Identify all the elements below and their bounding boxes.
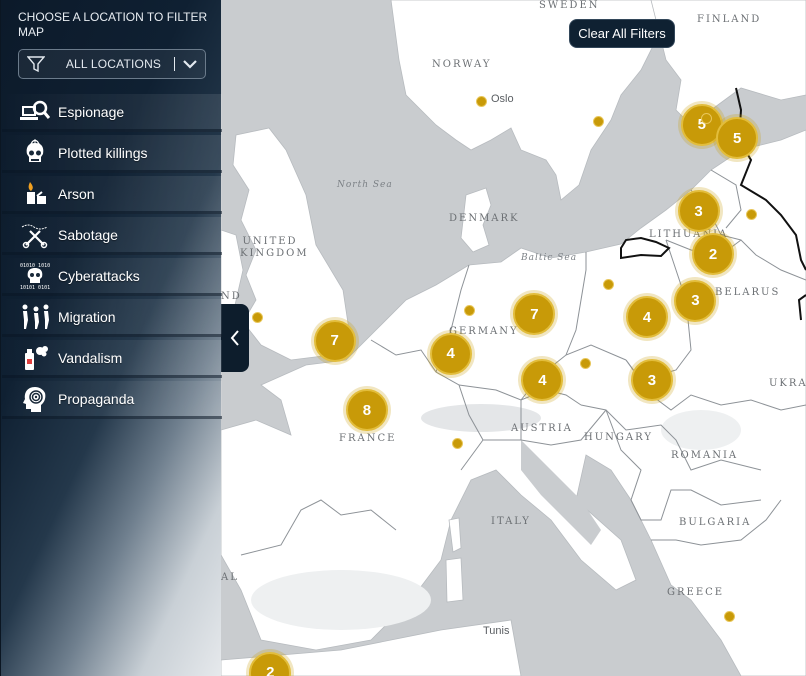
category-label: Arson <box>58 185 95 202</box>
incident-marker[interactable] <box>451 438 463 449</box>
cyber-skull-icon: 01010 1010 10101 0101 <box>18 261 52 291</box>
label-bulgaria: BULGARIA <box>679 517 752 528</box>
cluster-marker[interactable]: 3 <box>674 279 717 322</box>
label-hungary: HUNGARY <box>584 432 653 443</box>
category-propaganda[interactable]: Propaganda <box>2 381 222 419</box>
cluster-marker[interactable]: 8 <box>345 389 388 432</box>
incident-marker[interactable] <box>602 278 614 290</box>
label-tunis: Tunis <box>483 625 510 637</box>
label-austria: AUSTRIA <box>511 423 573 434</box>
cluster-marker[interactable]: 4 <box>429 332 472 375</box>
chevron-down-icon <box>175 59 205 69</box>
incident-marker[interactable] <box>701 112 713 124</box>
label-denmark: DENMARK <box>449 213 520 224</box>
label-baltic-sea: Baltic Sea <box>521 253 578 263</box>
label-italy: ITALY <box>491 516 531 527</box>
sabotage-icon <box>18 220 52 250</box>
label-norway: NORWAY <box>432 59 492 70</box>
svg-text:10101 0101: 10101 0101 <box>20 285 50 291</box>
label-romania: ROMANIA <box>671 450 739 461</box>
label-france: FRANCE <box>339 433 397 444</box>
cluster-marker[interactable]: 3 <box>677 190 720 233</box>
filter-title: CHOOSE A LOCATION TO FILTER MAP <box>18 10 208 39</box>
label-united-kingdom: UNITED KINGDOM <box>240 236 309 259</box>
cluster-marker[interactable]: 7 <box>313 319 356 362</box>
label-ireland-partial: ND <box>221 291 242 302</box>
category-espionage[interactable]: Espionage <box>2 94 222 132</box>
filter-icon <box>19 55 53 73</box>
clear-all-filters-button[interactable]: Clear All Filters <box>569 19 675 48</box>
category-plotted-killings[interactable]: Plotted killings <box>2 135 222 173</box>
category-label: Sabotage <box>58 226 118 243</box>
category-label: Vandalism <box>58 349 123 366</box>
location-select-value: ALL LOCATIONS <box>65 57 162 71</box>
filter-sidebar: CHOOSE A LOCATION TO FILTER MAP ALL LOCA… <box>0 0 222 676</box>
spray-can-icon <box>18 343 52 373</box>
label-sweden: SWEDEN <box>539 0 600 11</box>
category-label: Plotted killings <box>58 144 148 161</box>
label-north-sea: North Sea <box>337 180 393 190</box>
category-label: Espionage <box>58 103 125 120</box>
incident-marker[interactable] <box>723 610 735 622</box>
cluster-marker[interactable]: 5 <box>716 117 759 160</box>
skull-crosshair-icon <box>18 138 52 168</box>
label-finland: FINLAND <box>697 14 762 25</box>
arson-icon <box>18 179 52 209</box>
category-vandalism[interactable]: Vandalism <box>2 340 222 378</box>
location-select[interactable]: ALL LOCATIONS <box>18 49 206 79</box>
cluster-marker[interactable]: 3 <box>630 359 673 402</box>
collapse-sidebar-button[interactable] <box>221 304 249 372</box>
espionage-icon <box>18 97 52 127</box>
category-sabotage[interactable]: Sabotage <box>2 217 222 255</box>
chevron-left-icon <box>230 330 239 346</box>
migration-icon <box>18 302 52 332</box>
category-migration[interactable]: Migration <box>2 299 222 337</box>
label-belarus: BELARUS <box>715 287 781 298</box>
incident-marker[interactable] <box>475 96 487 108</box>
propaganda-head-icon <box>18 384 52 414</box>
label-oslo: Oslo <box>491 93 514 105</box>
label-greece: GREECE <box>667 587 725 598</box>
category-label: Cyberattacks <box>58 267 140 284</box>
label-portugal-partial: AL <box>221 572 239 583</box>
category-label: Propaganda <box>58 390 135 407</box>
cluster-marker[interactable]: 2 <box>692 233 735 276</box>
label-ukraine: UKRA <box>769 378 806 389</box>
category-arson[interactable]: Arson <box>2 176 222 214</box>
incident-marker[interactable] <box>251 311 263 323</box>
map-view[interactable]: SWEDEN FINLAND NORWAY DENMARK UNITED KIN… <box>221 0 806 676</box>
category-label: Migration <box>58 308 116 325</box>
category-cyberattacks[interactable]: 01010 1010 10101 0101 Cyberattacks <box>2 258 222 296</box>
